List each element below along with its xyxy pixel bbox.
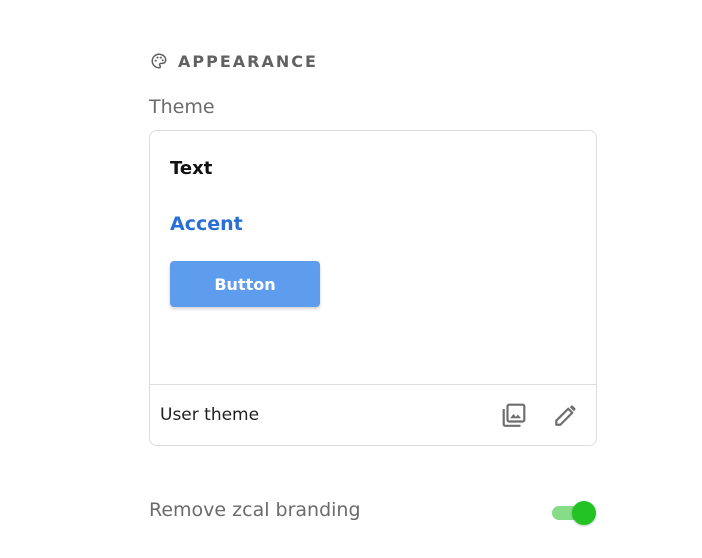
user-theme-label: User theme bbox=[160, 405, 260, 425]
image-gallery-icon[interactable] bbox=[500, 401, 528, 429]
palette-icon bbox=[149, 51, 169, 71]
remove-branding-label: Remove zcal branding bbox=[149, 499, 361, 521]
preview-accent-sample: Accent bbox=[170, 213, 243, 235]
theme-card-footer: User theme bbox=[150, 384, 596, 445]
toggle-knob bbox=[572, 501, 596, 525]
remove-branding-row: Remove zcal branding bbox=[149, 495, 598, 529]
settings-page: APPEARANCE Theme Text Accent Button User… bbox=[0, 0, 702, 558]
remove-branding-toggle[interactable] bbox=[550, 499, 598, 525]
pencil-icon[interactable] bbox=[552, 401, 580, 429]
section-title: APPEARANCE bbox=[178, 51, 318, 71]
theme-card[interactable]: Text Accent Button User theme bbox=[149, 130, 597, 446]
theme-preview: Text Accent Button bbox=[150, 131, 596, 384]
preview-text-sample: Text bbox=[170, 158, 213, 179]
theme-label: Theme bbox=[149, 96, 215, 118]
preview-button[interactable]: Button bbox=[170, 261, 320, 307]
appearance-section-header: APPEARANCE bbox=[149, 50, 318, 72]
